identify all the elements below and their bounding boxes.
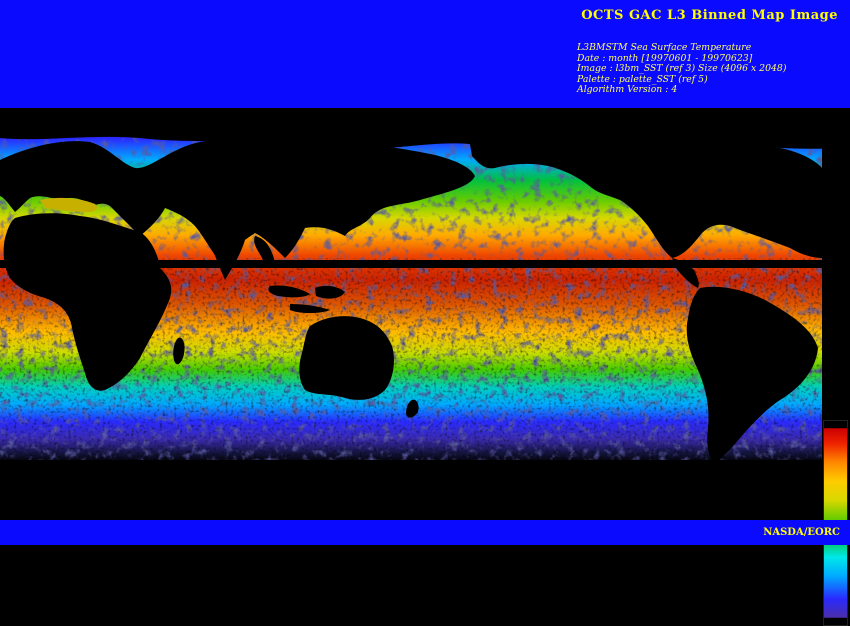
metadata-block: L3BMSTM Sea Surface Temperature Date : m… xyxy=(577,42,787,96)
credit-label: NASDA/EORC xyxy=(763,527,840,538)
southern-no-data xyxy=(0,460,822,520)
map-title: OCTS GAC L3 Binned Map Image xyxy=(581,8,838,23)
header-banner: OCTS GAC L3 Binned Map Image L3BMSTM Sea… xyxy=(0,0,850,108)
sst-map-svg xyxy=(0,108,850,520)
australia-landmass xyxy=(299,316,394,400)
metadata-product: L3BMSTM Sea Surface Temperature xyxy=(577,42,752,53)
footer-banner: NASDA/EORC xyxy=(0,520,850,545)
metadata-image: Image : l3bm_SST (ref 3) Size (4096 x 20… xyxy=(577,63,787,74)
sst-map xyxy=(0,108,850,626)
metadata-algorithm: Algorithm Version : 4 xyxy=(577,84,678,95)
